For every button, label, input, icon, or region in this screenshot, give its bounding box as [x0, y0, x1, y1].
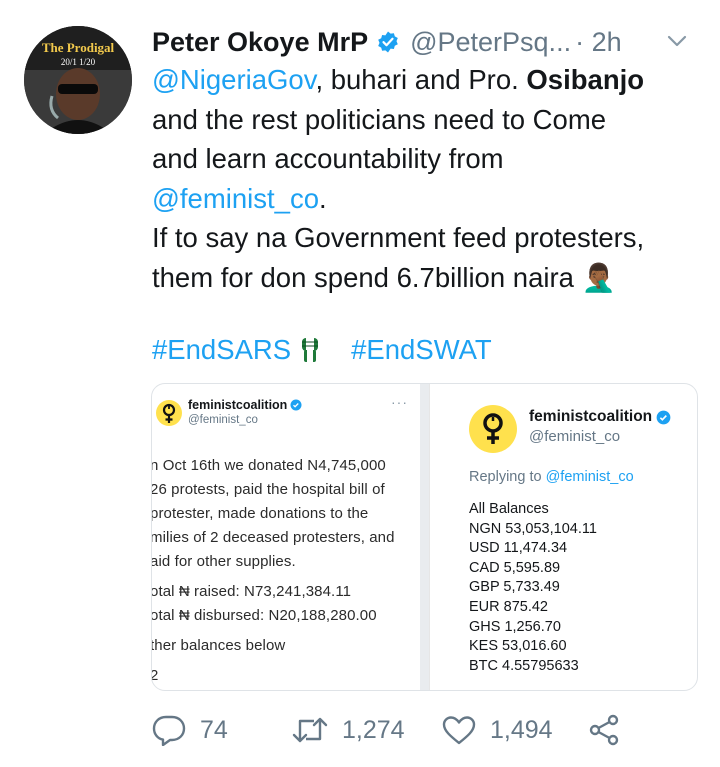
- reply-count: 74: [200, 715, 228, 744]
- balance-line: GHS 1,256.70: [469, 618, 561, 635]
- balance-line: BTC 4.55795633: [469, 657, 579, 674]
- like-count: 1,494: [490, 715, 553, 744]
- media-gallery[interactable]: feministcoalition @feminist_co ··· n Oct…: [151, 383, 698, 691]
- tweet-dot: .: [319, 182, 327, 214]
- body-line: 2: [152, 664, 420, 688]
- tweet-line-5: If to say na Government feed protesters,: [152, 222, 645, 253]
- chevron-down-icon[interactable]: [664, 28, 690, 54]
- tweet-actions: 74 1,274 1,494: [152, 706, 712, 754]
- reply-handle-link: @feminist_co: [545, 469, 634, 485]
- tweet-text-bold: Osibanjo: [526, 64, 645, 95]
- facepalm-emoji: 🤦🏾‍♂️: [581, 261, 616, 293]
- hashtag-endsars[interactable]: #EndSARS: [152, 334, 291, 366]
- media-image-left[interactable]: feministcoalition @feminist_co ··· n Oct…: [152, 384, 420, 690]
- quoted-account-name: feministcoalition: [188, 398, 302, 412]
- quoted-account-handle: @feminist_co: [529, 428, 621, 445]
- mention-feminist-co[interactable]: @feminist_co: [152, 183, 319, 214]
- verified-badge-icon: [376, 30, 400, 54]
- reply-button[interactable]: 74: [152, 714, 292, 746]
- body-line: otal ₦ raised: N73,241,384.11: [152, 583, 352, 600]
- quoted-account-name: feministcoalition: [529, 408, 671, 426]
- body-line: ther balances below: [152, 637, 286, 654]
- feminist-logo-icon: [469, 405, 517, 453]
- balance-line: EUR 875.42: [469, 598, 548, 615]
- raised-fist-icon: [299, 336, 321, 364]
- quoted-account-handle: @feminist_co: [188, 414, 258, 426]
- like-button[interactable]: 1,494: [442, 715, 588, 745]
- share-icon: [589, 714, 619, 746]
- balance-line: KES 53,016.60: [469, 638, 567, 655]
- retweet-button[interactable]: 1,274: [292, 715, 442, 745]
- share-button[interactable]: [588, 714, 620, 746]
- body-line: milies of 2 deceased protesters, and: [152, 529, 395, 546]
- tweet-time[interactable]: · 2h: [575, 27, 622, 58]
- avatar[interactable]: The Prodigal 20/1 1/20: [24, 26, 132, 134]
- retweet-count: 1,274: [342, 715, 405, 744]
- author-name[interactable]: Peter Okoye MrP: [152, 27, 368, 58]
- media-image-right[interactable]: feministcoalition @feminist_co Replying …: [429, 384, 697, 690]
- balance-line: All Balances: [469, 501, 549, 517]
- avatar-title: The Prodigal: [41, 40, 115, 55]
- body-line: otal ₦ disbursed: N20,188,280.00: [152, 607, 377, 624]
- retweet-icon: [292, 717, 328, 743]
- avatar-date: 20/1 1/20: [60, 57, 96, 67]
- balance-line: GBP 5,733.49: [469, 579, 560, 596]
- replying-to: Replying to @feminist_co: [469, 469, 634, 485]
- tweet-header: Peter Okoye MrP @PeterPsq... · 2h: [152, 22, 700, 62]
- hashtags: #EndSARS #EndSWAT: [152, 334, 492, 366]
- quoted-body: n Oct 16th we donated N4,745,000 26 prot…: [152, 454, 420, 688]
- hashtag-endswat[interactable]: #EndSWAT: [351, 334, 492, 366]
- body-line: aid for other supplies.: [152, 553, 296, 570]
- balance-line: NGN 53,053,104.11: [469, 520, 597, 537]
- balances-list: All Balances NGN 53,053,104.11 USD 11,47…: [469, 500, 597, 676]
- more-options-icon: ···: [391, 394, 408, 410]
- verified-badge-icon: [656, 410, 671, 424]
- feminist-logo-icon: [156, 400, 182, 426]
- author-handle[interactable]: @PeterPsq...: [410, 27, 571, 58]
- tweet-line-2: and the rest politicians need to Come: [152, 103, 607, 135]
- balance-line: USD 11,474.34: [469, 540, 568, 557]
- balance-line: CAD 5,595.89: [469, 559, 561, 576]
- tweet-text-part: , buhari and Pro.: [315, 64, 527, 95]
- mention-nigeriagov[interactable]: @NigeriaGov: [152, 64, 315, 95]
- tweet-text: @NigeriaGov, buhari and Pro. Osibanjo an…: [152, 60, 712, 297]
- tweet-line-6: them for don spend 6.7billion naira: [152, 261, 574, 293]
- body-line: 26 protests, paid the hospital bill of: [152, 481, 385, 498]
- tweet-line-3: and learn accountability from: [152, 143, 504, 174]
- reply-icon: [152, 715, 186, 746]
- body-line: protester, made donations to the: [152, 505, 369, 522]
- verified-badge-icon: [290, 399, 302, 411]
- heart-icon: [442, 716, 476, 745]
- body-line: n Oct 16th we donated N4,745,000: [152, 457, 386, 474]
